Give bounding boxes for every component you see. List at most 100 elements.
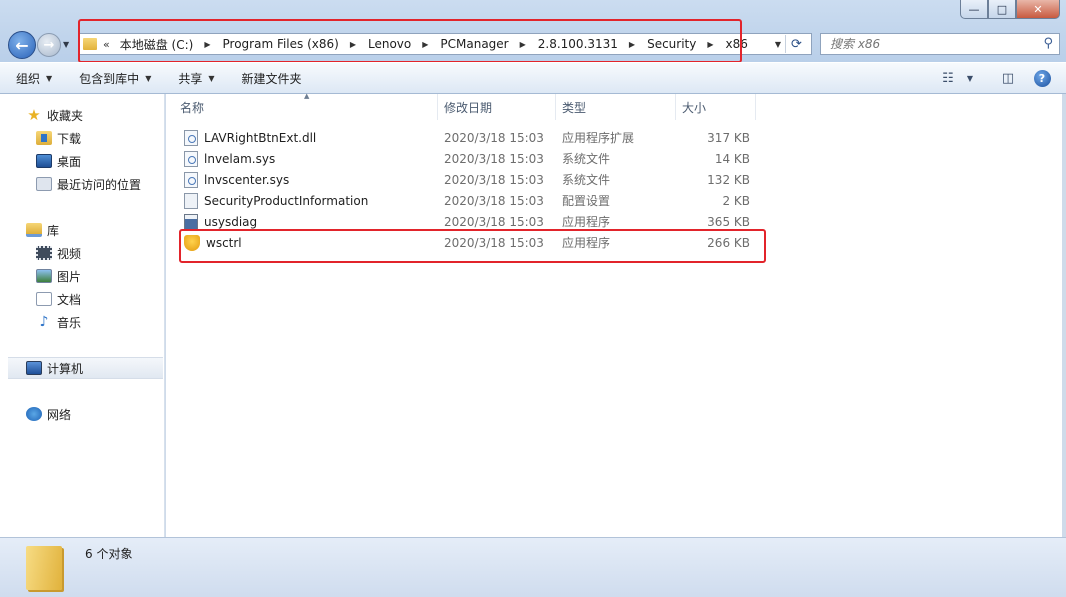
address-history-dropdown[interactable]: ▼ [775, 40, 781, 49]
file-size: 132 KB [707, 172, 750, 187]
file-name: LAVRightBtnExt.dll [204, 130, 317, 145]
breadcrumb-drive[interactable]: 本地磁盘 (C:) [120, 36, 194, 53]
picture-icon [36, 269, 52, 283]
search-icon[interactable]: ⚲ [1043, 36, 1053, 51]
file-date: 2020/3/18 15:03 [444, 151, 544, 166]
file-type: 配置设置 [562, 194, 611, 208]
back-button[interactable]: ← [8, 31, 36, 59]
file-row[interactable]: usysdiag 2020/3/18 15:03 应用程序 365 KB [166, 211, 766, 232]
breadcrumb-separator-icon[interactable]: ▶ [707, 40, 713, 49]
address-bar[interactable]: « 本地磁盘 (C:) ▶ Program Files (x86) ▶ Leno… [78, 33, 812, 55]
organize-menu[interactable]: 组织 ▼ [16, 70, 52, 87]
sidebar-item-music[interactable]: ♪ 音乐 [36, 312, 163, 332]
file-type: 应用程序扩展 [562, 131, 635, 145]
file-size: 266 KB [707, 235, 750, 250]
sidebar-item-downloads[interactable]: 下载 [36, 128, 163, 148]
navigation-pane: ★ 收藏夹 下载 桌面 最近访问的位置 库 视频 图片 文档 ♪ 音乐 计算机 网络 [0, 94, 165, 537]
window-controls: — □ ✕ [960, 0, 1060, 19]
breadcrumb-separator-icon[interactable]: ▶ [422, 40, 428, 49]
organize-label: 组织 [16, 71, 41, 86]
file-date: 2020/3/18 15:03 [444, 130, 544, 145]
include-in-library-menu[interactable]: 包含到库中 ▼ [79, 70, 151, 87]
sidebar-item-label: 网络 [47, 407, 72, 422]
breadcrumb-pcmanager[interactable]: PCManager [440, 37, 508, 51]
sidebar-item-favorites[interactable]: ★ 收藏夹 [26, 105, 163, 125]
shield-exe-icon [184, 234, 200, 251]
chevron-down-icon: ▼ [46, 73, 53, 83]
file-name: SecurityProductInformation [204, 193, 369, 208]
details-pane: 6 个对象 [0, 537, 1066, 597]
breadcrumb-x86[interactable]: x86 [726, 37, 748, 51]
search-box[interactable]: ⚲ [820, 33, 1060, 55]
arrow-left-icon: ← [15, 35, 29, 55]
sidebar-item-label: 收藏夹 [47, 108, 84, 123]
breadcrumb-overflow[interactable]: « [103, 38, 110, 51]
recent-pages-dropdown[interactable]: ▼ [63, 40, 69, 49]
breadcrumb-version[interactable]: 2.8.100.3131 [538, 37, 618, 51]
sidebar-item-computer[interactable]: 计算机 [8, 357, 163, 379]
file-row[interactable]: LAVRightBtnExt.dll 2020/3/18 15:03 应用程序扩… [166, 127, 766, 148]
minimize-button[interactable]: — [960, 0, 988, 19]
sidebar-item-videos[interactable]: 视频 [36, 243, 163, 263]
column-header-name[interactable]: ▲ 名称 [166, 92, 438, 120]
view-dropdown[interactable]: ▼ [960, 69, 980, 87]
breadcrumb-security[interactable]: Security [647, 37, 696, 51]
sys-file-icon [184, 171, 198, 188]
view-options-button[interactable]: ☷ [938, 69, 958, 87]
forward-button[interactable]: → [37, 33, 61, 57]
sidebar-item-network[interactable]: 网络 [26, 404, 163, 424]
breadcrumb-separator-icon[interactable]: ▶ [520, 40, 526, 49]
breadcrumb-program-files[interactable]: Program Files (x86) [223, 37, 339, 51]
preview-pane-button[interactable]: ◫ [998, 69, 1018, 87]
maximize-button[interactable]: □ [988, 0, 1016, 19]
new-folder-button[interactable]: 新建文件夹 [242, 70, 302, 87]
file-row[interactable]: lnvscenter.sys 2020/3/18 15:03 系统文件 132 … [166, 169, 766, 190]
breadcrumb-separator-icon[interactable]: ▶ [629, 40, 635, 49]
chevron-down-icon: ▼ [208, 73, 215, 83]
sidebar-item-documents[interactable]: 文档 [36, 289, 163, 309]
sidebar-item-desktop[interactable]: 桌面 [36, 151, 163, 171]
file-type: 应用程序 [562, 236, 611, 250]
sidebar-item-libraries[interactable]: 库 [26, 220, 163, 240]
file-row[interactable]: wsctrl 2020/3/18 15:03 应用程序 266 KB [166, 232, 766, 253]
sys-file-icon [184, 150, 198, 167]
details-view-icon: ☷ [942, 70, 954, 86]
file-name: lnvelam.sys [204, 151, 276, 166]
column-header-type[interactable]: 类型 [556, 94, 676, 120]
file-date: 2020/3/18 15:03 [444, 235, 544, 250]
folder-icon [83, 38, 97, 50]
sidebar-item-label: 下载 [57, 131, 82, 146]
file-date: 2020/3/18 15:03 [444, 172, 544, 187]
sidebar-item-recent[interactable]: 最近访问的位置 [36, 174, 163, 194]
column-header-size[interactable]: 大小 [676, 94, 756, 120]
config-file-icon [184, 192, 198, 209]
star-icon: ★ [27, 106, 41, 124]
sidebar-item-label: 计算机 [47, 361, 84, 376]
breadcrumb-separator-icon[interactable]: ▶ [350, 40, 356, 49]
refresh-button[interactable]: ⟳ [785, 35, 807, 53]
document-icon [36, 292, 52, 306]
video-icon [36, 246, 52, 260]
network-icon [26, 407, 42, 421]
sidebar-item-label: 音乐 [57, 315, 82, 330]
column-header-label: 修改日期 [444, 100, 493, 115]
breadcrumb-lenovo[interactable]: Lenovo [368, 37, 411, 51]
file-size: 14 KB [714, 151, 750, 166]
file-size: 365 KB [707, 214, 750, 229]
chevron-down-icon: ▼ [966, 73, 974, 83]
file-type: 应用程序 [562, 215, 611, 229]
breadcrumb-separator-icon[interactable]: ▶ [204, 40, 210, 49]
share-menu[interactable]: 共享 ▼ [178, 70, 214, 87]
search-input[interactable] [830, 37, 1030, 51]
sort-ascending-icon: ▲ [304, 92, 310, 100]
file-row[interactable]: SecurityProductInformation 2020/3/18 15:… [166, 190, 766, 211]
sidebar-item-pictures[interactable]: 图片 [36, 266, 163, 286]
file-row[interactable]: lnvelam.sys 2020/3/18 15:03 系统文件 14 KB [166, 148, 766, 169]
close-button[interactable]: ✕ [1016, 0, 1060, 19]
column-header-date[interactable]: 修改日期 [438, 94, 556, 120]
desktop-icon [36, 154, 52, 168]
item-count: 6 个对象 [85, 547, 133, 561]
refresh-icon: ⟳ [791, 36, 802, 52]
help-button[interactable]: ? [1032, 69, 1052, 87]
sidebar-item-label: 桌面 [57, 154, 82, 169]
